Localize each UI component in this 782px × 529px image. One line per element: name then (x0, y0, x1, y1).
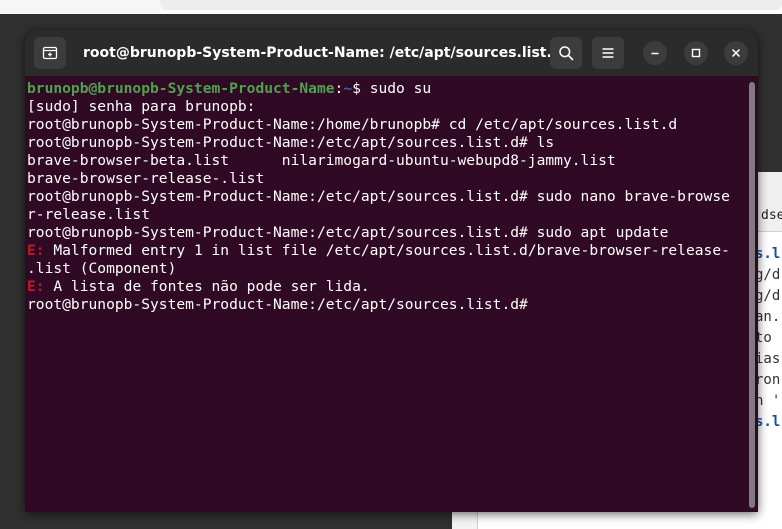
error-tag: E: (27, 242, 45, 259)
terminal-scrollbar[interactable] (749, 82, 756, 508)
error-message: Malformed entry 1 in list file /etc/apt/… (44, 242, 730, 259)
window-title: root@brunopb-System-Product-Name: /etc/a… (83, 45, 553, 61)
error-message: A lista de fontes não pode ser lida. (44, 278, 370, 295)
terminal-titlebar[interactable]: root@brunopb-System-Product-Name: /etc/a… (25, 30, 758, 76)
background-lower-window-content (477, 510, 782, 529)
terminal-line: .list (Component) (27, 260, 177, 277)
background-document-line: g/d (755, 288, 781, 304)
terminal-line: root@brunopb-System-Product-Name:/etc/ap… (27, 134, 555, 151)
menu-button[interactable] (592, 37, 624, 69)
terminal-output[interactable]: brunopb@brunopb-System-Product-Name:~$ s… (25, 76, 747, 512)
background-document-line: g/d (755, 267, 781, 283)
terminal-line: root@brunopb-System-Product-Name:/etc/ap… (27, 188, 730, 205)
prompt-command: $ sudo su (352, 80, 432, 97)
error-tag: E: (27, 278, 45, 295)
background-document-line: ron (755, 372, 781, 388)
background-lower-window (452, 510, 782, 529)
background-document-line: n ' (755, 393, 781, 409)
background-url-bar (160, 0, 782, 10)
new-tab-button[interactable] (34, 37, 66, 69)
terminal-line: brave-browser-beta.list nilarimogard-ubu… (27, 152, 616, 169)
prompt-path: ~ (343, 80, 353, 97)
terminal-line: r-release.list (27, 206, 151, 223)
terminal-prompt-line: root@brunopb-System-Product-Name:/etc/ap… (27, 296, 528, 313)
background-document-line: an. (755, 309, 781, 325)
maximize-button[interactable] (684, 41, 708, 65)
terminal-line: brunopb@brunopb-System-Product-Name:~$ s… (27, 80, 747, 98)
search-button[interactable] (550, 37, 582, 69)
background-tab-label: dse (761, 208, 782, 223)
scrollbar-thumb[interactable] (749, 82, 755, 508)
background-browser-bar (0, 0, 782, 14)
terminal-line: E: Malformed entry 1 in list file /etc/a… (27, 242, 747, 260)
background-browser-fragment (0, 0, 160, 14)
background-document-line: to (755, 330, 781, 346)
background-document-line: ias (755, 351, 781, 367)
terminal-line: [sudo] senha para brunopb: (27, 98, 256, 115)
prompt-user-host: brunopb@brunopb-System-Product-Name (27, 80, 335, 97)
terminal-line: root@brunopb-System-Product-Name:/etc/ap… (27, 224, 669, 241)
terminal-line: brave-browser-release-.list (27, 170, 265, 187)
terminal-line: root@brunopb-System-Product-Name:/home/b… (27, 116, 678, 133)
close-button[interactable] (724, 41, 748, 65)
prompt-colon: : (334, 80, 344, 97)
background-document-line: s.l (755, 246, 781, 262)
terminal-window[interactable]: root@brunopb-System-Product-Name: /etc/a… (25, 30, 758, 512)
background-document-line: s.l (755, 414, 781, 430)
terminal-line: E: A lista de fontes não pode ser lida. (27, 278, 747, 296)
minimize-button[interactable] (643, 41, 667, 65)
